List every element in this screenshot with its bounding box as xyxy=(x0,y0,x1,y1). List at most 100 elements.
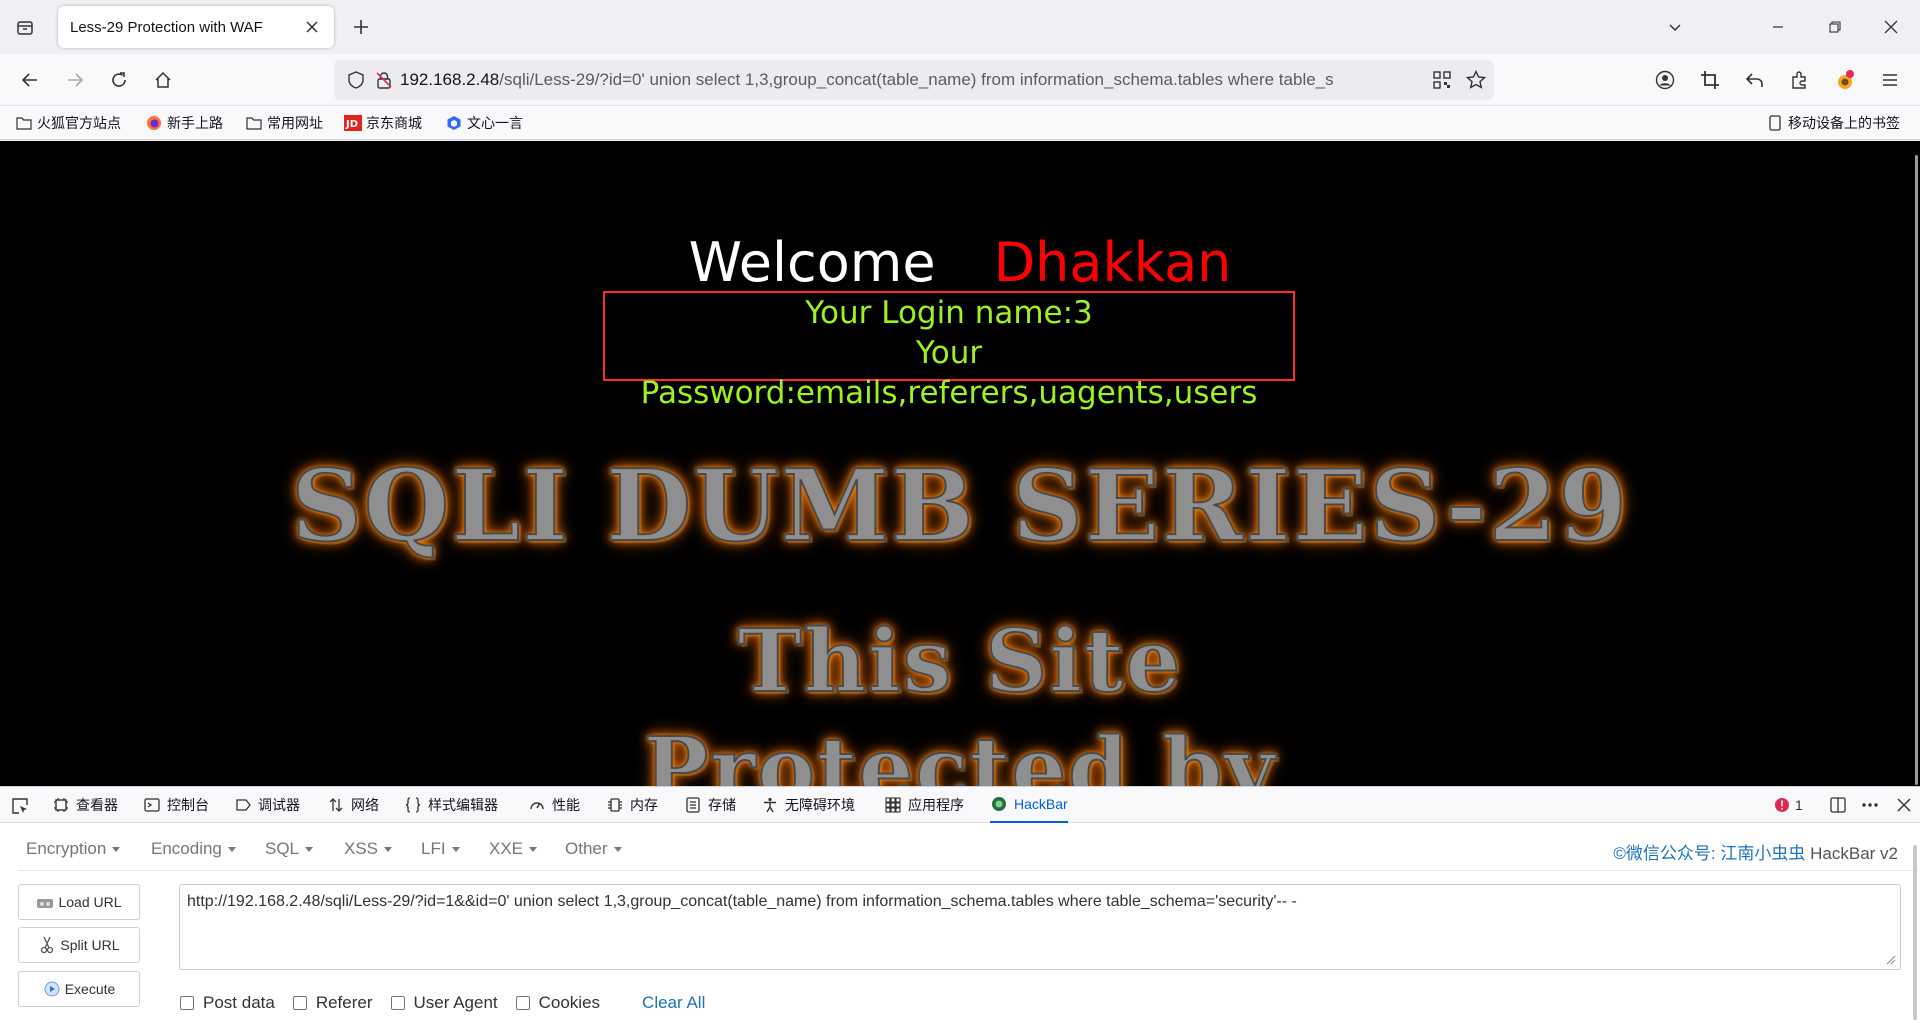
split-url-button[interactable]: Split URL xyxy=(18,927,140,963)
jd-icon: JD xyxy=(344,114,362,132)
protected-banner-line1: This Site xyxy=(737,610,1183,713)
menu-xss[interactable]: XSS xyxy=(344,839,393,859)
undo-button[interactable] xyxy=(1741,66,1769,94)
tab-performance[interactable]: 性能 xyxy=(528,787,580,823)
devtools-options-button[interactable] xyxy=(1858,793,1882,817)
list-tabs-dropdown[interactable] xyxy=(1660,12,1690,42)
screenshot-button[interactable] xyxy=(1696,66,1724,94)
tab-storage[interactable]: 存储 xyxy=(684,787,736,823)
split-url-label: Split URL xyxy=(60,937,120,953)
tab-inspector[interactable]: 查看器 xyxy=(52,787,118,823)
menu-encoding[interactable]: Encoding xyxy=(151,839,236,859)
tracking-protection-shield-icon[interactable] xyxy=(344,68,368,92)
inspector-icon xyxy=(52,796,70,814)
extension-addon-button[interactable] xyxy=(1831,66,1859,94)
page-scrollbar-thumb[interactable] xyxy=(1915,155,1918,785)
element-picker-button[interactable] xyxy=(8,794,32,818)
svg-text:JD: JD xyxy=(345,119,358,130)
address-bar[interactable]: 192.168.2.48/sqli/Less-29/?id=0' union s… xyxy=(334,60,1494,100)
minimize-button[interactable] xyxy=(1763,12,1793,42)
tab-hackbar[interactable]: HackBar xyxy=(990,787,1068,823)
tab-label: 应用程序 xyxy=(908,797,964,813)
clear-all-link[interactable]: Clear All xyxy=(642,993,705,1013)
tab-network[interactable]: 网络 xyxy=(327,787,379,823)
welcome-heading: Welcome Dhakkan xyxy=(0,231,1920,294)
tab-debugger[interactable]: 调试器 xyxy=(234,787,300,823)
restore-button[interactable] xyxy=(1820,12,1850,42)
menu-label: SQL xyxy=(265,839,300,858)
active-tab[interactable]: Less-29 Protection with WAF xyxy=(58,6,334,48)
app-menu-button[interactable] xyxy=(1876,66,1904,94)
error-count: 1 xyxy=(1795,797,1803,813)
bookmark-getting-started[interactable]: 新手上路 xyxy=(145,112,223,134)
tab-console[interactable]: 控制台 xyxy=(143,787,209,823)
style-editor-icon xyxy=(404,796,422,814)
checkbox-box[interactable] xyxy=(515,996,530,1010)
bookmark-label: 文心一言 xyxy=(467,115,523,131)
menu-sql[interactable]: SQL xyxy=(265,839,314,859)
bookmark-star-icon[interactable] xyxy=(1464,68,1488,92)
account-button[interactable] xyxy=(1651,66,1679,94)
tab-application[interactable]: 应用程序 xyxy=(884,787,964,823)
load-url-button[interactable]: Load URL xyxy=(18,884,140,920)
bookmark-wenxin[interactable]: 文心一言 xyxy=(445,112,523,134)
cookies-label: Cookies xyxy=(538,993,601,1012)
cookies-checkbox[interactable]: Cookies xyxy=(515,993,601,1013)
bookmark-label: 常用网址 xyxy=(267,115,323,131)
menu-lfi[interactable]: LFI xyxy=(421,839,460,859)
window-close-button[interactable] xyxy=(1876,12,1906,42)
execute-button[interactable]: Execute xyxy=(18,971,140,1007)
tab-label: 查看器 xyxy=(76,797,118,813)
extensions-button[interactable] xyxy=(1786,66,1814,94)
devtools-scrollbar[interactable] xyxy=(1913,845,1917,1020)
puzzle-icon xyxy=(1792,71,1806,89)
close-icon xyxy=(1897,798,1911,812)
hackbar-options: Post data Referer User Agent Cookies Cle… xyxy=(180,991,705,1015)
url-text[interactable]: 192.168.2.48/sqli/Less-29/?id=0' union s… xyxy=(400,70,1420,90)
application-icon xyxy=(884,796,902,814)
page-scrollbar[interactable] xyxy=(1910,141,1920,786)
checkbox-box[interactable] xyxy=(292,996,307,1010)
url-host: 192.168.2.48 xyxy=(400,70,500,89)
caret-down-icon xyxy=(112,846,121,852)
menu-xxe[interactable]: XXE xyxy=(489,839,538,859)
tab-label: HackBar xyxy=(1014,796,1068,812)
tab-list-icon xyxy=(17,21,33,35)
mobile-bookmarks[interactable]: 移动设备上的书签 xyxy=(1766,112,1900,134)
bookmark-firefox-official[interactable]: 火狐官方站点 xyxy=(15,112,121,134)
bookmark-label: 新手上路 xyxy=(167,115,223,131)
post-data-checkbox[interactable]: Post data xyxy=(180,993,275,1013)
tab-strip: Less-29 Protection with WAF xyxy=(0,0,1920,54)
menu-other[interactable]: Other xyxy=(565,839,622,859)
insecure-lock-icon[interactable] xyxy=(372,68,396,92)
user-agent-checkbox[interactable]: User Agent xyxy=(390,993,498,1013)
bookmark-common-sites[interactable]: 常用网址 xyxy=(245,112,323,134)
tab-close-button[interactable] xyxy=(302,17,322,37)
checkbox-box[interactable] xyxy=(390,996,405,1010)
tab-label: 无障碍环境 xyxy=(785,797,855,813)
reload-button[interactable] xyxy=(105,66,133,94)
menu-encryption[interactable]: Encryption xyxy=(26,839,121,859)
forward-button[interactable] xyxy=(61,66,89,94)
back-button[interactable] xyxy=(16,66,44,94)
referer-checkbox[interactable]: Referer xyxy=(292,993,373,1013)
tab-accessibility[interactable]: 无障碍环境 xyxy=(761,787,855,823)
menu-label: Encoding xyxy=(151,839,222,858)
caret-down-icon xyxy=(305,846,314,852)
dock-layout-button[interactable] xyxy=(1826,793,1850,817)
tab-style-editor[interactable]: 样式编辑器 xyxy=(404,787,498,823)
devtools-close-button[interactable] xyxy=(1892,793,1916,817)
qr-code-icon[interactable] xyxy=(1430,68,1454,92)
tab-memory[interactable]: 内存 xyxy=(606,787,658,823)
bookmark-jd[interactable]: JD 京东商城 xyxy=(344,112,422,134)
error-count-indicator[interactable]: 1 xyxy=(1774,793,1803,817)
hackbar-url-input[interactable]: http://192.168.2.48/sqli/Less-29/?id=1&&… xyxy=(179,884,1901,970)
caret-down-icon xyxy=(227,846,236,852)
new-tab-button[interactable] xyxy=(348,14,374,40)
checkbox-box[interactable] xyxy=(180,996,194,1010)
home-button[interactable] xyxy=(149,66,177,94)
resize-grip-icon[interactable] xyxy=(1884,953,1896,965)
series-banner: SQLI DUMB SERIES-29 xyxy=(290,448,1629,565)
hamburger-menu-icon xyxy=(1883,74,1897,86)
list-all-tabs-button[interactable] xyxy=(12,14,38,40)
